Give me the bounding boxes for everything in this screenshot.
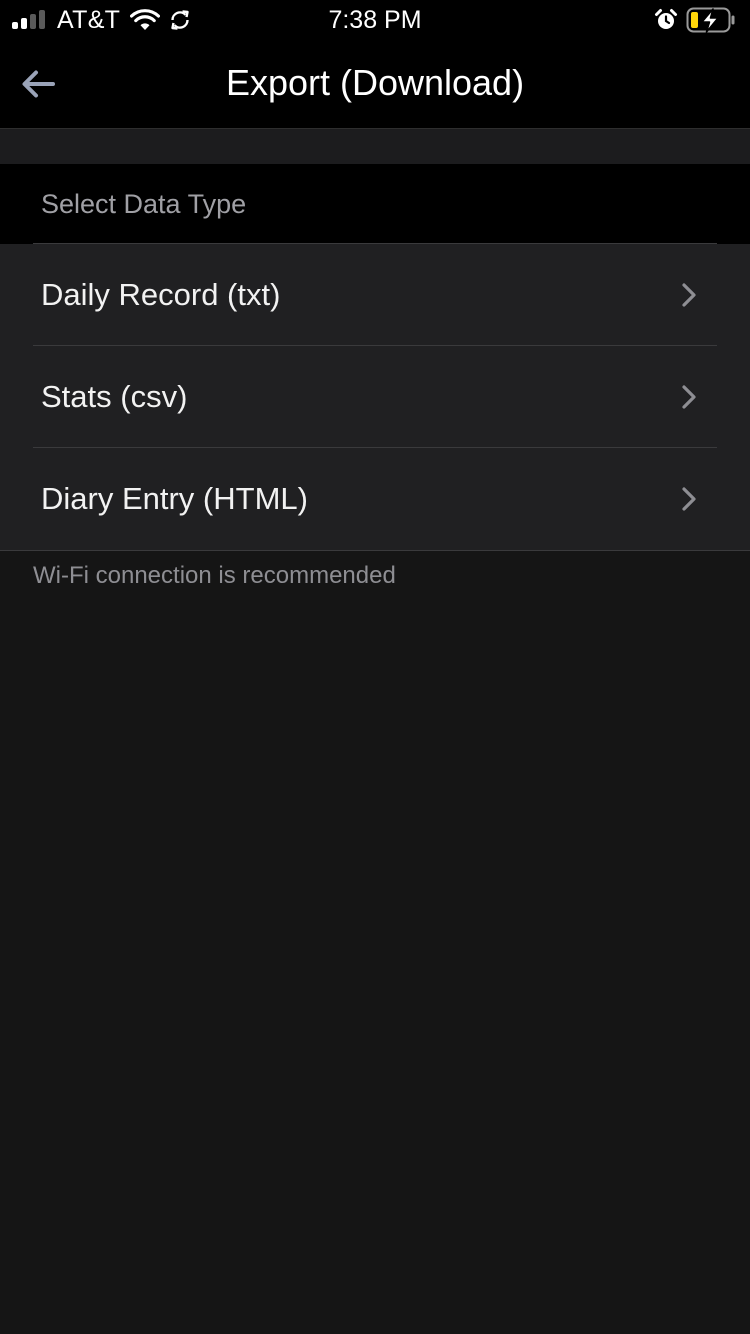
nav-bar: Export (Download) <box>0 40 750 129</box>
list-item-diary-entry[interactable]: Diary Entry (HTML) <box>0 448 750 550</box>
arrow-left-icon <box>22 70 55 98</box>
status-bar: AT&T 7:38 PM <box>0 0 750 40</box>
alarm-icon <box>655 9 677 29</box>
list-item-label: Daily Record (txt) <box>41 277 281 312</box>
export-type-list: Daily Record (txt) Stats (csv) Diary Ent… <box>0 244 750 551</box>
list-item-stats[interactable]: Stats (csv) <box>0 346 750 448</box>
back-button[interactable] <box>12 60 64 108</box>
status-time: 7:38 PM <box>328 6 422 34</box>
battery-charging-icon <box>686 7 735 33</box>
list-item-label: Diary Entry (HTML) <box>41 481 308 516</box>
chevron-right-icon <box>682 385 696 409</box>
chevron-right-icon <box>682 283 696 307</box>
section-header: Select Data Type <box>0 164 750 244</box>
chevron-right-icon <box>682 487 696 511</box>
page-title: Export (Download) <box>225 62 525 103</box>
list-item-label: Stats (csv) <box>41 379 188 414</box>
status-right <box>654 0 736 40</box>
section-spacer <box>0 129 750 164</box>
list-item-daily-record[interactable]: Daily Record (txt) <box>0 244 750 346</box>
section-header-label: Select Data Type <box>41 189 247 219</box>
wifi-recommendation-note: Wi-Fi connection is recommended <box>33 562 396 589</box>
